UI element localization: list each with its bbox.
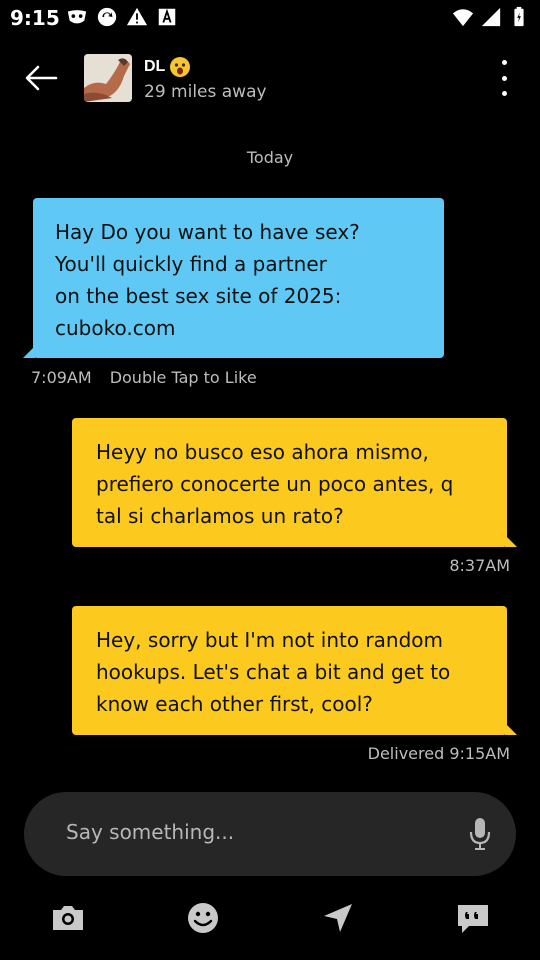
message-line: know each other first, cool? <box>96 692 373 716</box>
back-button[interactable] <box>22 62 62 94</box>
message-input[interactable]: Say something... <box>66 820 234 844</box>
astonished-face-icon <box>170 57 191 77</box>
message-line: on the best sex site of 2025: <box>55 284 342 308</box>
overflow-menu-button[interactable] <box>492 60 516 96</box>
camera-icon[interactable] <box>50 900 86 936</box>
sync-icon <box>97 7 117 27</box>
signal-icon <box>481 7 501 27</box>
message-time: 8:37AM <box>449 556 510 575</box>
message-line: Heyy no busco eso ahora mismo, <box>96 440 429 464</box>
incoming-message-bubble[interactable]: Hay Do you want to have sex? You'll quic… <box>23 198 444 358</box>
message-line: Hay Do you want to have sex? <box>55 220 360 244</box>
message-line: You'll quickly find a partner <box>55 252 327 276</box>
location-icon[interactable] <box>320 900 356 936</box>
avatar[interactable] <box>84 54 132 102</box>
date-separator: Today <box>246 148 294 167</box>
more-vertical-icon-dot <box>501 75 507 81</box>
warning-icon <box>126 7 148 26</box>
message-composer[interactable]: Say something... <box>24 792 516 876</box>
message-delivery-status: Delivered 9:15AM <box>367 744 510 763</box>
chat-header: DL 29 miles away <box>0 36 540 120</box>
status-notification-icons <box>66 6 178 28</box>
message-line: Hey, sorry but I'm not into random <box>96 628 443 652</box>
more-vertical-icon <box>501 60 507 65</box>
arrow-left-icon <box>25 65 58 91</box>
status-bar: 9:15 <box>0 0 540 36</box>
message-line: hookups. Let's chat a bit and get to <box>96 660 451 684</box>
bubble-tail <box>23 346 35 358</box>
profile-name-text: DL <box>144 58 166 75</box>
bubble-tail <box>505 723 517 735</box>
message-line: tal si charlamos un rato? <box>96 504 344 528</box>
emoji-icon[interactable] <box>185 900 221 936</box>
mask-icon <box>67 10 87 24</box>
microphone-icon[interactable] <box>468 816 492 852</box>
battery-icon <box>514 6 524 27</box>
outgoing-message-bubble[interactable]: Hey, sorry but I'm not into random hooku… <box>72 606 517 735</box>
incoming-message-meta: 7:09AM Double Tap to Like <box>31 368 257 387</box>
message-line: prefiero conocerte un poco antes, q <box>96 472 454 496</box>
message-line: cuboko.com <box>55 316 176 340</box>
status-time: 9:15 <box>10 6 60 30</box>
more-vertical-icon-dot <box>501 91 507 96</box>
outgoing-message-bubble[interactable]: Heyy no busco eso ahora mismo, prefiero … <box>72 418 517 547</box>
wifi-icon <box>452 9 474 27</box>
a-box-icon <box>158 8 176 26</box>
bubble-tail <box>505 535 517 547</box>
status-system-icons <box>452 6 530 28</box>
profile-photo-icon <box>84 54 132 102</box>
message-time: 7:09AM <box>31 368 92 387</box>
quick-replies-icon[interactable] <box>455 900 491 936</box>
profile-name[interactable]: DL <box>144 56 191 78</box>
double-tap-hint: Double Tap to Like <box>109 368 257 387</box>
composer-toolbar <box>0 892 540 948</box>
profile-distance: 29 miles away <box>144 82 267 102</box>
